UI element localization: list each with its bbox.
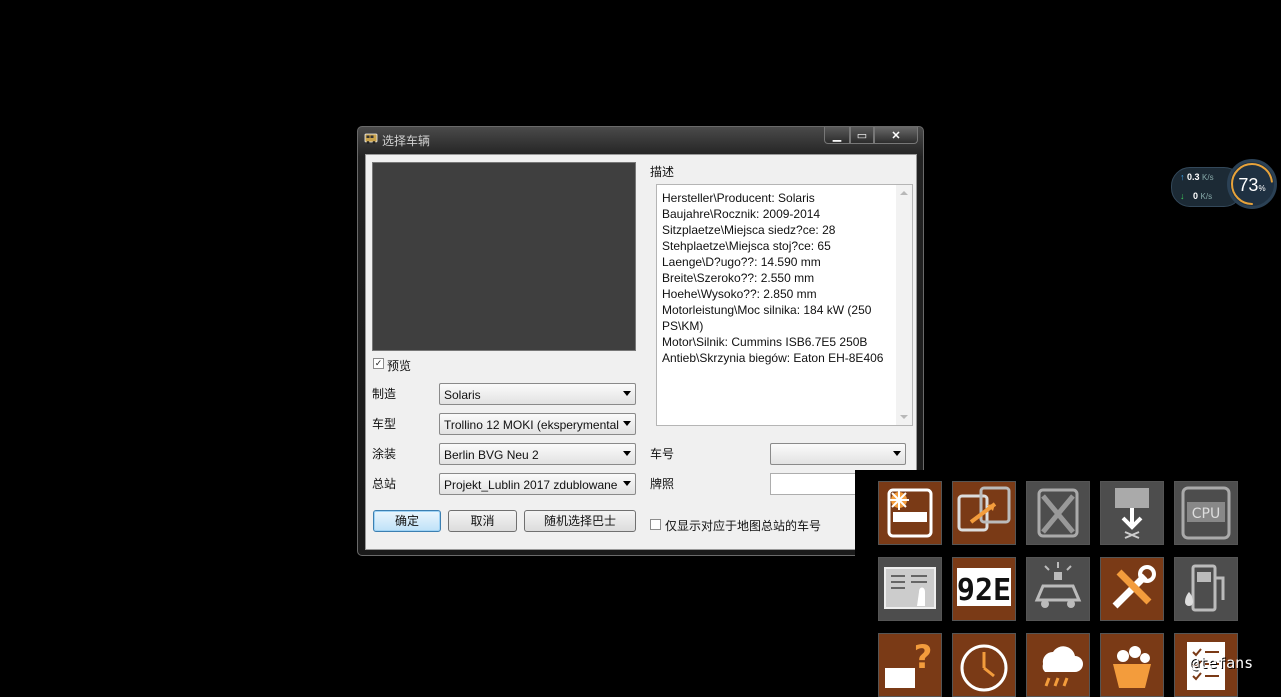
depot-label: 总站	[372, 477, 397, 491]
game-tool-grid: CPU 92E ?	[855, 470, 1281, 697]
chevron-down-icon	[623, 481, 631, 486]
police-car-icon[interactable]	[1026, 557, 1090, 621]
select-vehicle-dialog: 选择车辆 ▁ ▭ ✕ ✓ 预览 制造 Solaris 车型 Trollino 1…	[357, 126, 924, 556]
upload-unit: K/s	[1202, 173, 1214, 182]
download-unit: K/s	[1200, 192, 1213, 201]
vehicle-preview	[372, 162, 636, 351]
percent-value: 73	[1238, 175, 1259, 195]
description-line: Stehplaetze\Miejsca stoj?ce: 65	[662, 239, 831, 253]
network-speed-widget[interactable]: ↑ 0.3 K/s ↓ 0 K/s 73%	[1171, 159, 1281, 209]
svg-text:92E: 92E	[957, 573, 1011, 608]
bus-swap-icon[interactable]	[952, 481, 1016, 545]
svg-text:?: ?	[914, 638, 933, 676]
livery-value: Berlin BVG Neu 2	[444, 448, 539, 462]
maximize-button[interactable]: ▭	[850, 127, 874, 144]
scroll-up-icon[interactable]	[900, 191, 908, 195]
svg-text:CPU: CPU	[1192, 506, 1220, 522]
description-line: Motorleistung\Moc silnika: 184 kW (250 P…	[662, 303, 875, 333]
chevron-down-icon	[893, 451, 901, 456]
vehicle-number-select[interactable]	[770, 443, 906, 465]
model-label: 车型	[372, 417, 397, 431]
depot-only-checkbox[interactable]	[650, 519, 661, 530]
vehicle-number-label: 车号	[650, 447, 675, 461]
preview-checkbox-label: 预览	[387, 359, 412, 373]
percent-unit: %	[1258, 184, 1266, 193]
bus-unload-icon[interactable]	[1100, 481, 1164, 545]
flower-basket-icon[interactable]	[1100, 633, 1164, 697]
description-label: 描述	[650, 165, 675, 179]
cancel-button[interactable]: 取消	[448, 510, 517, 532]
random-bus-button[interactable]: 随机选择巴士	[524, 510, 636, 532]
title-bar[interactable]: 选择车辆 ▁ ▭ ✕	[358, 127, 923, 151]
description-line: Breite\Szeroko??: 2.550 mm	[662, 271, 815, 285]
scroll-down-icon[interactable]	[900, 415, 908, 419]
livery-select[interactable]: Berlin BVG Neu 2	[439, 443, 636, 465]
watermark: @tefans	[1190, 654, 1254, 672]
livery-label: 涂装	[372, 447, 397, 461]
description-line: Laenge\D?ugo??: 14.590 mm	[662, 255, 821, 269]
chevron-down-icon	[623, 451, 631, 456]
preview-checkbox[interactable]: ✓	[373, 358, 384, 369]
ok-button[interactable]: 确定	[373, 510, 441, 532]
clock-icon[interactable]	[952, 633, 1016, 697]
description-line: Antieb\Skrzynia biegów: Eaton EH-8E406	[662, 351, 884, 365]
description-text: Hersteller\Producent: Solaris Baujahre\Ro…	[662, 190, 895, 366]
description-line: Motor\Silnik: Cummins ISB6.7E5 250B	[662, 335, 868, 349]
download-speed: ↓ 0 K/s	[1180, 191, 1212, 201]
description-line: Baujahre\Rocznik: 2009-2014	[662, 207, 821, 221]
depot-only-label: 仅显示对应于地图总站的车号	[665, 519, 822, 533]
chevron-down-icon	[623, 391, 631, 396]
repair-tools-icon[interactable]	[1100, 557, 1164, 621]
description-line: Hersteller\Producent: Solaris	[662, 191, 815, 205]
description-line: Hoehe\Wysoko??: 2.850 mm	[662, 287, 817, 301]
model-select[interactable]: Trollino 12 MOKI (eksperymental	[439, 413, 636, 435]
model-value: Trollino 12 MOKI (eksperymental	[444, 418, 619, 432]
description-box[interactable]: Hersteller\Producent: Solaris Baujahre\Ro…	[656, 184, 913, 426]
manufacturer-select[interactable]: Solaris	[439, 383, 636, 405]
download-value: 0	[1193, 191, 1199, 201]
help-sign-icon[interactable]: ?	[878, 633, 942, 697]
bus-remove-icon[interactable]	[1026, 481, 1090, 545]
route-display-icon[interactable]: 92E	[952, 557, 1016, 621]
manufacturer-value: Solaris	[444, 388, 481, 402]
license-plate-label: 牌照	[650, 477, 675, 491]
upload-arrow-icon: ↑	[1180, 172, 1185, 182]
upload-value: 0.3	[1187, 172, 1200, 182]
manufacturer-label: 制造	[372, 387, 397, 401]
description-scrollbar[interactable]	[896, 185, 912, 425]
depot-value: Projekt_Lublin 2017 zdublowane	[444, 478, 618, 492]
fuel-pump-icon[interactable]	[1174, 557, 1238, 621]
window-title: 选择车辆	[382, 134, 431, 148]
upload-speed: ↑ 0.3 K/s	[1180, 172, 1214, 182]
download-arrow-icon: ↓	[1180, 191, 1185, 201]
app-bus-icon	[364, 133, 378, 144]
depot-select[interactable]: Projekt_Lublin 2017 zdublowane	[439, 473, 636, 495]
chevron-down-icon	[623, 421, 631, 426]
minimize-button[interactable]: ▁	[824, 127, 850, 144]
bus-cpu-icon[interactable]: CPU	[1174, 481, 1238, 545]
description-line: Sitzplaetze\Miejsca siedz?ce: 28	[662, 223, 836, 237]
memory-percent: 73%	[1230, 175, 1274, 196]
weather-icon[interactable]	[1026, 633, 1090, 697]
ticket-printer-icon[interactable]	[878, 557, 942, 621]
memory-gauge[interactable]: 73%	[1227, 159, 1277, 209]
dialog-body: ✓ 预览 制造 Solaris 车型 Trollino 12 MOKI (eks…	[365, 154, 917, 550]
close-button[interactable]: ✕	[874, 127, 918, 144]
bus-fault-icon[interactable]	[878, 481, 942, 545]
